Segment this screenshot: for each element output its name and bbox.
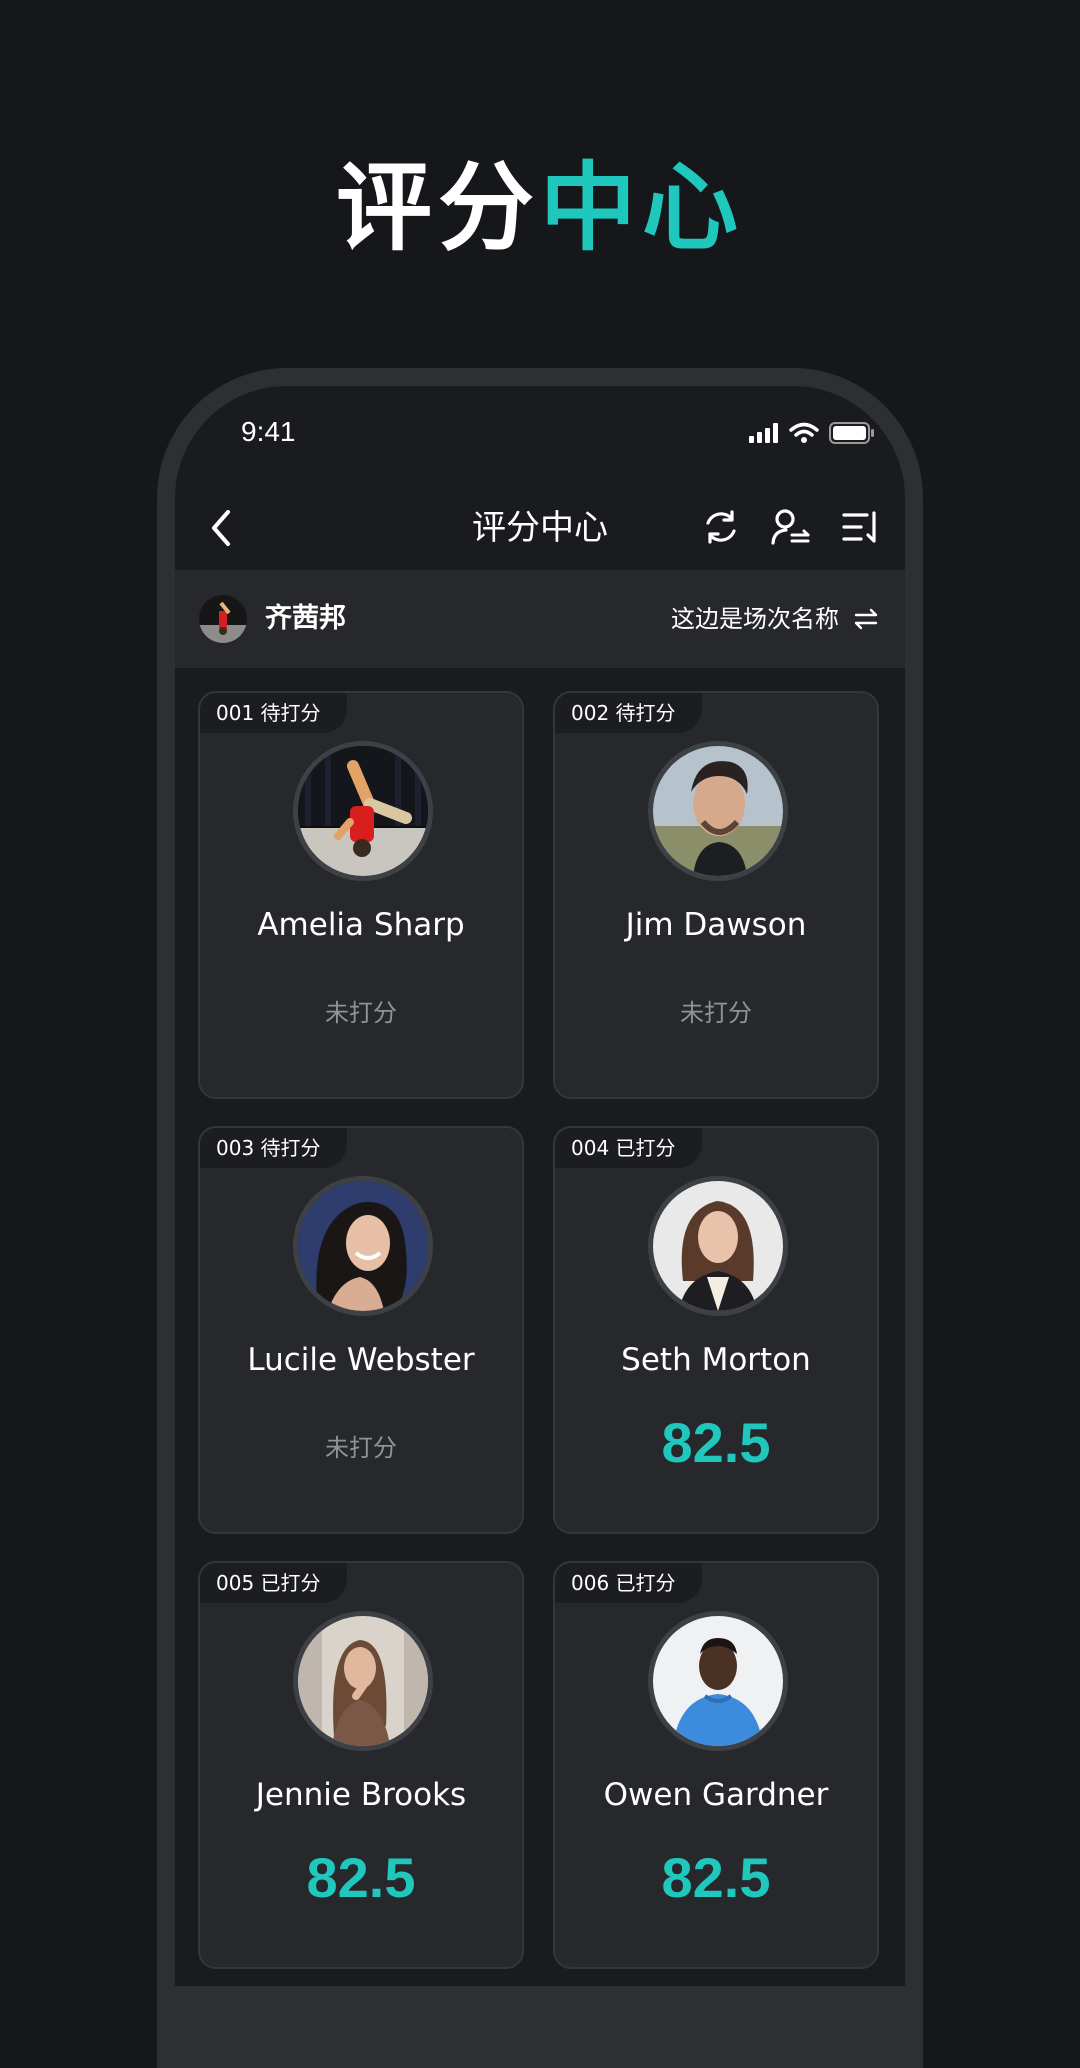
contestant-tag: 001 待打分 [200, 693, 347, 733]
contestant-name: Owen Gardner [603, 1777, 829, 1813]
contestant-score: 82.5 [661, 1846, 771, 1909]
refresh-button[interactable] [699, 502, 743, 552]
session-switch[interactable]: 这边是场次名称 [671, 598, 879, 640]
contestant-name: Amelia Sharp [257, 907, 465, 943]
judge-name: 齐茜邦 [265, 603, 346, 634]
contestant-tag: 004 已打分 [555, 1128, 702, 1168]
contestant-avatar [293, 741, 433, 881]
refresh-icon [706, 510, 736, 544]
contestant-avatar [648, 741, 788, 881]
sort-icon [842, 511, 876, 543]
contestant-tag: 002 待打分 [555, 693, 702, 733]
contestant-avatar [648, 1176, 788, 1316]
contestant-card[interactable]: 006 已打分 Owen Gardner 82.5 [553, 1561, 879, 1969]
contestant-name: Jennie Brooks [255, 1777, 467, 1813]
nav-bar: 评分中心 [175, 486, 905, 570]
contestant-name: Lucile Webster [247, 1342, 475, 1378]
contestant-avatar [293, 1611, 433, 1751]
status-icons [749, 422, 875, 448]
wifi-icon [789, 422, 819, 448]
contestant-status: 未打分 [325, 999, 397, 1027]
nav-actions [699, 502, 883, 552]
contestant-avatar [648, 1611, 788, 1751]
contestant-tag: 006 已打分 [555, 1563, 702, 1603]
contestant-card[interactable]: 003 待打分 Lucile Webster 未打分 [198, 1126, 524, 1534]
contestant-score: 82.5 [306, 1846, 416, 1909]
judge-avatar[interactable] [199, 595, 247, 643]
contestant-card[interactable]: 002 待打分 Jim Dawson 未打分 [553, 691, 879, 1099]
contestant-card[interactable]: 005 已打分 Jennie Brooks 82.5 [198, 1561, 524, 1969]
contestant-avatar [293, 1176, 433, 1316]
promo-title-part2: 中心 [540, 152, 744, 264]
battery-icon [829, 422, 875, 448]
signal-icon [749, 423, 779, 447]
phone-screen: 9:41 评分中心 齐茜邦 这边是场次名称 001 待打分 Amelia Sha… [175, 386, 905, 1986]
status-time: 9:41 [241, 416, 296, 447]
contestant-card[interactable]: 001 待打分 Amelia Sharp 未打分 [198, 691, 524, 1099]
contestant-tag: 005 已打分 [200, 1563, 347, 1603]
promo-title: 评分中心 [0, 148, 1080, 268]
contestant-name: Jim Dawson [625, 907, 807, 943]
user-switch-button[interactable] [769, 502, 813, 552]
promo-title-part1: 评分 [336, 152, 540, 264]
contestant-name: Seth Morton [621, 1342, 811, 1378]
contestant-status: 未打分 [325, 1434, 397, 1462]
contestant-card[interactable]: 004 已打分 Seth Morton 82.5 [553, 1126, 879, 1534]
contestant-tag: 003 待打分 [200, 1128, 347, 1168]
session-name: 这边是场次名称 [671, 605, 839, 633]
user-switch-icon [771, 509, 810, 545]
sort-button[interactable] [839, 502, 883, 552]
swap-arrows-icon [854, 608, 878, 630]
contestant-status: 未打分 [680, 999, 752, 1027]
contestant-score: 82.5 [661, 1411, 771, 1474]
judge-bar: 齐茜邦 这边是场次名称 [175, 570, 905, 668]
